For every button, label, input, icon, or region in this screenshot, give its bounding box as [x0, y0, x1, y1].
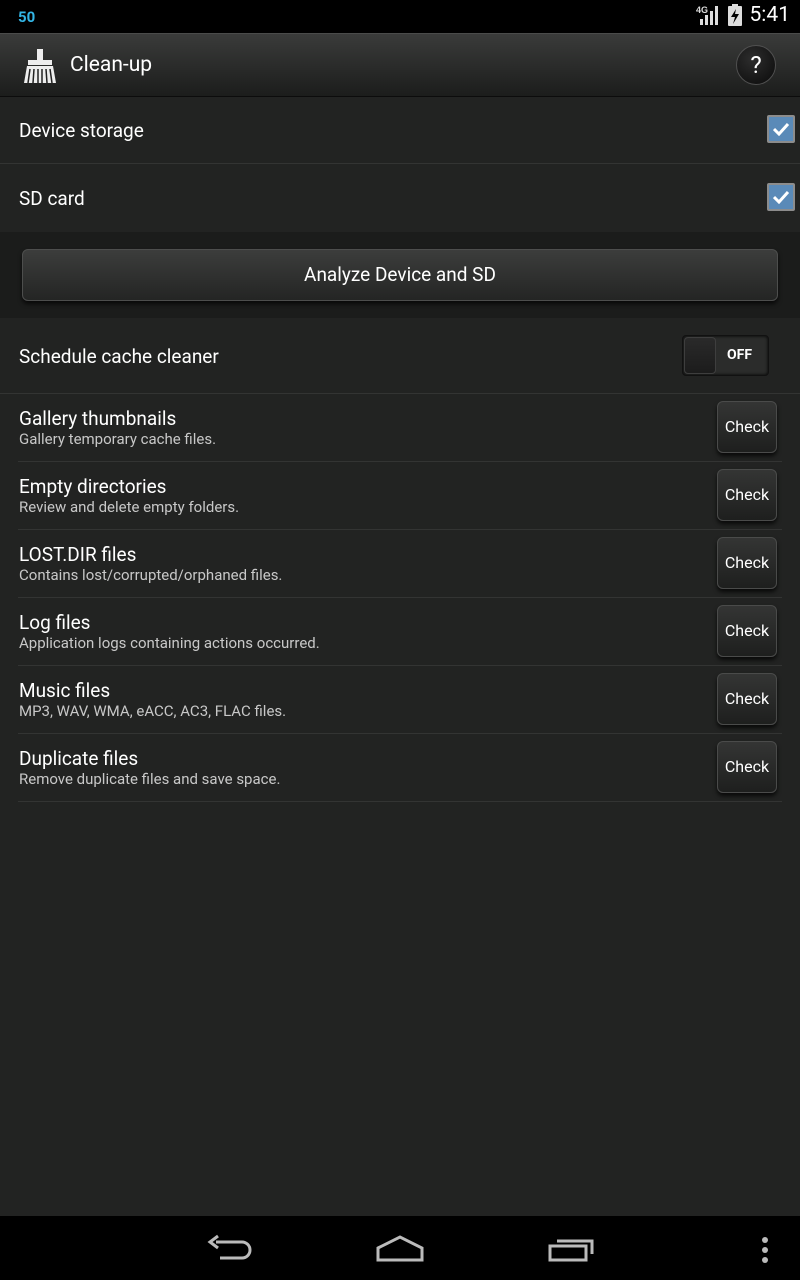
toggle-knob [684, 337, 716, 374]
home-icon[interactable] [375, 1234, 425, 1264]
check-button[interactable]: Check [717, 401, 777, 453]
action-bar: Clean-up ? [0, 33, 800, 97]
clock: 5:41 [749, 3, 791, 27]
item-subtitle: Contains lost/corrupted/orphaned files. [19, 566, 283, 584]
page-title: Clean-up [70, 53, 153, 77]
list-item: Gallery thumbnails Gallery temporary cac… [0, 394, 800, 461]
status-bar: 50 4G 5:41 [0, 0, 800, 33]
schedule-label: Schedule cache cleaner [19, 345, 219, 368]
checkmark-icon [773, 122, 789, 136]
back-icon[interactable] [206, 1234, 254, 1264]
item-title: Gallery thumbnails [19, 407, 177, 430]
recent-apps-icon[interactable] [548, 1234, 596, 1264]
item-subtitle: Remove duplicate files and save space. [19, 770, 281, 788]
sd-card-checkbox[interactable] [767, 183, 795, 211]
notification-count: 50 [18, 8, 36, 26]
schedule-row: Schedule cache cleaner [0, 318, 800, 393]
status-icons: 4G 5:41 [696, 3, 791, 27]
check-button[interactable]: Check [717, 537, 777, 589]
list-item: Music files MP3, WAV, WMA, eACC, AC3, FL… [0, 666, 800, 733]
list-item: LOST.DIR files Contains lost/corrupted/o… [0, 530, 800, 597]
device-storage-label: Device storage [19, 119, 144, 142]
help-button[interactable]: ? [736, 45, 776, 85]
check-button[interactable]: Check [717, 741, 777, 793]
list-item: Duplicate files Remove duplicate files a… [0, 734, 800, 801]
signal-4g-icon: 4G [696, 5, 718, 25]
svg-text:4G: 4G [696, 5, 708, 15]
navigation-bar [0, 1216, 800, 1280]
sd-card-row[interactable]: SD card [0, 164, 800, 231]
item-subtitle: Review and delete empty folders. [19, 498, 240, 516]
device-storage-checkbox[interactable] [767, 115, 795, 143]
divider [18, 801, 782, 802]
toggle-state: OFF [727, 347, 753, 363]
broom-icon [24, 49, 56, 84]
device-storage-row[interactable]: Device storage [0, 96, 800, 163]
item-title: Music files [19, 679, 111, 702]
item-subtitle: Application logs containing actions occu… [19, 634, 320, 652]
list-item: Log files Application logs containing ac… [0, 598, 800, 665]
battery-charging-icon [727, 4, 742, 26]
item-subtitle: MP3, WAV, WMA, eACC, AC3, FLAC files. [19, 702, 287, 720]
check-button[interactable]: Check [717, 673, 777, 725]
schedule-toggle[interactable]: OFF [682, 335, 769, 376]
item-title: Duplicate files [19, 747, 139, 770]
item-subtitle: Gallery temporary cache files. [19, 430, 217, 448]
item-title: Empty directories [19, 475, 167, 498]
analyze-button[interactable]: Analyze Device and SD [22, 249, 778, 301]
check-button[interactable]: Check [717, 605, 777, 657]
checkmark-icon [773, 190, 789, 204]
item-title: Log files [19, 611, 91, 634]
check-button[interactable]: Check [717, 469, 777, 521]
sd-card-label: SD card [19, 187, 85, 210]
overflow-menu-icon[interactable] [760, 1236, 770, 1264]
item-title: LOST.DIR files [19, 543, 137, 566]
list-item: Empty directories Review and delete empt… [0, 462, 800, 529]
